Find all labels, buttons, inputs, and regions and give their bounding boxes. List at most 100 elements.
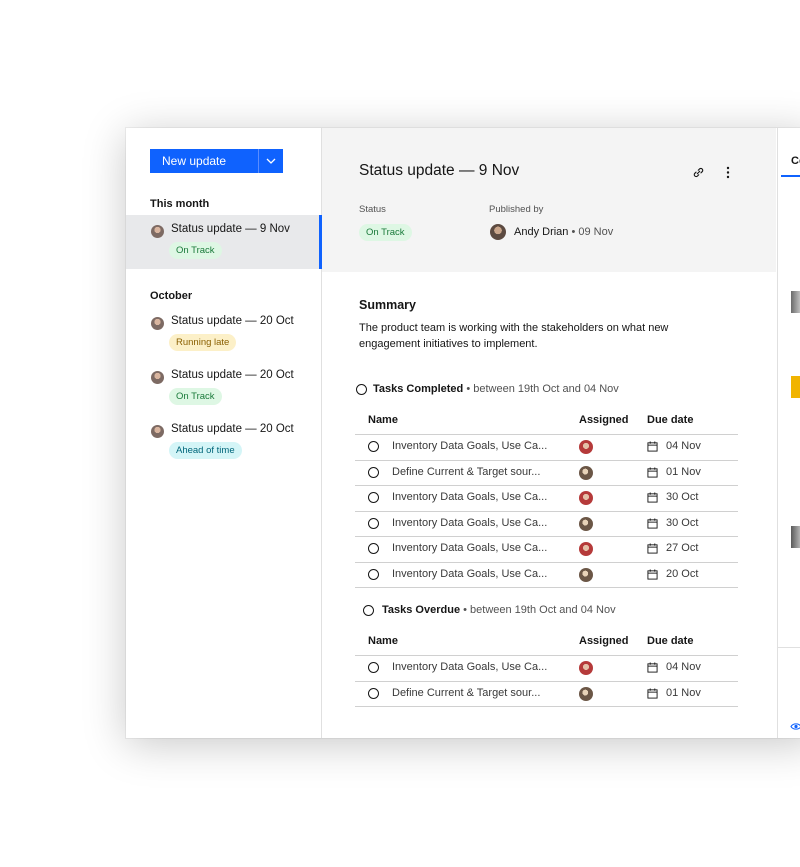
checkbox-circle-icon[interactable]	[368, 687, 379, 699]
column-header-assigned: Assigned	[579, 414, 629, 426]
calendar-icon	[647, 492, 658, 503]
checkbox-circle-icon[interactable]	[368, 466, 379, 478]
due-date: 27 Oct	[666, 542, 699, 554]
due-date: 30 Oct	[666, 516, 699, 529]
table-header: Name Assigned Due date	[355, 409, 738, 435]
calendar-icon	[647, 662, 658, 673]
status-badge: Running late	[169, 334, 237, 351]
table-row[interactable]: Inventory Data Goals, Use Ca... 04 Nov	[355, 435, 738, 461]
task-name: Inventory Data Goals, Use Ca...	[392, 491, 548, 503]
checkbox-circle-icon[interactable]	[368, 492, 379, 503]
table-row[interactable]: Inventory Data Goals, Use Ca... 04 Nov	[355, 656, 738, 682]
status-badge: On Track	[169, 388, 222, 405]
task-name: Inventory Data Goals, Use Ca...	[392, 542, 548, 554]
table-row[interactable]: Inventory Data Goals, Use Ca... 30 Oct	[355, 486, 738, 512]
app-window: New update This month Status update — 9 …	[126, 128, 800, 738]
sidebar-item-status-update[interactable]: Status update — 9 Nov On Track	[126, 215, 322, 269]
checkbox-circle-icon[interactable]	[356, 383, 367, 395]
avatar	[579, 542, 593, 556]
table-row[interactable]: Define Current & Target sour... 01 Nov	[355, 461, 738, 486]
task-name: Inventory Data Goals, Use Ca...	[392, 567, 548, 580]
avatar	[579, 661, 593, 675]
due-date: 30 Oct	[666, 491, 699, 503]
publisher: Andy Drian • 09 Nov	[514, 226, 613, 238]
status-badge: On Track	[359, 224, 412, 241]
status-badge: On Track	[169, 242, 222, 259]
table-row[interactable]: Inventory Data Goals, Use Ca... 27 Oct	[355, 537, 738, 563]
sidebar-item-status-update[interactable]: Status update — 20 Oct Running late	[126, 307, 321, 361]
new-update-label[interactable]: New update	[150, 149, 258, 173]
calendar-icon	[647, 466, 658, 478]
publisher-name: Andy Drian	[514, 226, 569, 238]
link-icon[interactable]	[690, 164, 706, 180]
column-header-due-date: Due date	[647, 414, 694, 426]
avatar	[579, 491, 593, 505]
tab-comments[interactable]: Co	[791, 155, 800, 167]
sidebar-item-title: Status update — 9 Nov	[171, 223, 290, 235]
right-panel: Co	[777, 128, 800, 738]
published-by-label: Published by	[489, 204, 544, 215]
main-content: Status update — 9 Nov Status On Track Pu…	[322, 128, 776, 738]
sidebar-item-status-update[interactable]: Status update — 20 Oct Ahead of time	[126, 415, 321, 469]
published-date: • 09 Nov	[571, 226, 614, 238]
due-date: 04 Nov	[666, 440, 701, 452]
sidebar: New update This month Status update — 9 …	[126, 128, 322, 738]
status-badge: Ahead of time	[169, 442, 242, 459]
calendar-icon	[647, 441, 658, 452]
avatar	[490, 224, 506, 240]
table-row[interactable]: Inventory Data Goals, Use Ca... 20 Oct	[355, 563, 738, 588]
tasks-completed-table: Name Assigned Due date Inventory Data Go…	[355, 409, 738, 588]
tasks-completed-title: Tasks Completed	[373, 383, 464, 395]
section-heading-october: October	[150, 290, 193, 302]
tasks-completed-range: • between 19th Oct and 04 Nov	[466, 383, 619, 395]
avatar	[579, 567, 593, 582]
due-date: 01 Nov	[666, 686, 701, 699]
update-header: Status update — 9 Nov Status On Track Pu…	[322, 128, 776, 272]
avatar	[579, 440, 593, 454]
sidebar-item-title: Status update — 20 Oct	[171, 369, 294, 381]
calendar-icon	[647, 568, 658, 580]
avatar	[151, 371, 164, 384]
thumbnail	[791, 526, 800, 548]
checkbox-circle-icon[interactable]	[368, 517, 379, 529]
checkbox-circle-icon[interactable]	[368, 568, 379, 580]
checkbox-circle-icon[interactable]	[368, 662, 379, 673]
checkbox-circle-icon[interactable]	[363, 604, 374, 616]
tasks-overdue-table: Name Assigned Due date Inventory Data Go…	[355, 630, 738, 707]
calendar-icon	[647, 543, 658, 554]
sidebar-item-title: Status update — 20 Oct	[171, 423, 294, 435]
table-header: Name Assigned Due date	[355, 630, 738, 656]
checkbox-circle-icon[interactable]	[368, 543, 379, 554]
task-name: Define Current & Target sour...	[392, 686, 541, 699]
avatar	[151, 317, 164, 330]
divider	[778, 647, 800, 648]
eye-icon[interactable]	[790, 718, 800, 736]
tasks-overdue-header: Tasks Overdue • between 19th Oct and 04 …	[363, 604, 616, 616]
column-header-name: Name	[368, 635, 398, 647]
active-tab-indicator	[781, 175, 800, 177]
thumbnail	[791, 376, 800, 398]
tasks-overdue-range: • between 19th Oct and 04 Nov	[463, 604, 616, 616]
task-name: Inventory Data Goals, Use Ca...	[392, 516, 548, 529]
tasks-overdue-title: Tasks Overdue	[382, 604, 461, 616]
avatar	[579, 516, 593, 531]
sidebar-item-status-update[interactable]: Status update — 20 Oct On Track	[126, 361, 321, 415]
column-header-name: Name	[368, 414, 398, 426]
calendar-icon	[647, 517, 658, 529]
new-update-button[interactable]: New update	[150, 149, 283, 173]
page-title: Status update — 9 Nov	[359, 162, 520, 179]
avatar	[579, 686, 593, 701]
chevron-down-icon[interactable]	[258, 149, 283, 173]
table-row[interactable]: Inventory Data Goals, Use Ca... 30 Oct	[355, 512, 738, 537]
task-name: Inventory Data Goals, Use Ca...	[392, 440, 548, 452]
overflow-menu-icon[interactable]	[720, 164, 736, 180]
due-date: 04 Nov	[666, 661, 701, 673]
checkbox-circle-icon[interactable]	[368, 441, 379, 452]
due-date: 20 Oct	[666, 567, 699, 580]
summary-text: The product team is working with the sta…	[359, 322, 669, 350]
table-row[interactable]: Define Current & Target sour... 01 Nov	[355, 682, 738, 707]
calendar-icon	[647, 687, 658, 699]
summary-title: Summary	[359, 298, 416, 312]
task-name: Inventory Data Goals, Use Ca...	[392, 661, 548, 673]
due-date: 01 Nov	[666, 465, 701, 478]
